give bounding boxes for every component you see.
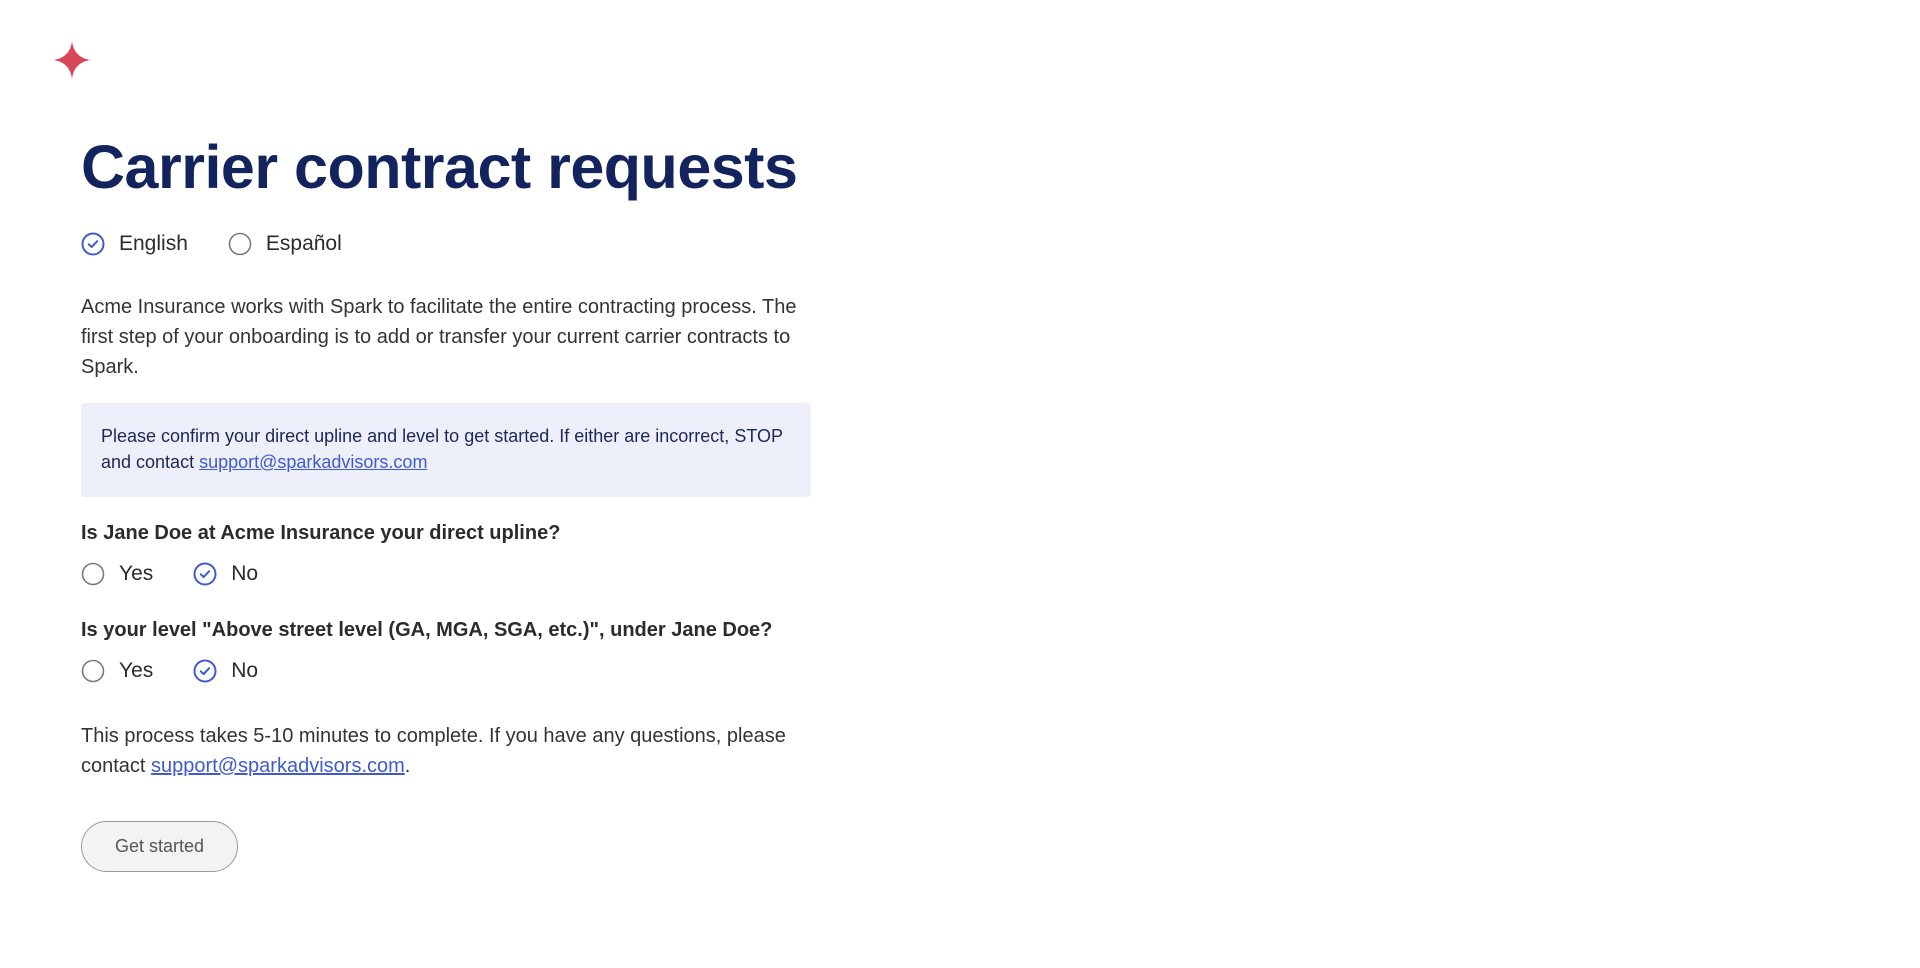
- support-email-link[interactable]: support@sparkadvisors.com: [199, 452, 427, 472]
- upline-no-label: No: [231, 562, 259, 585]
- level-yes-label: Yes: [119, 659, 154, 682]
- upline-answer-group: Yes No: [81, 554, 811, 594]
- radio-checked-icon: [193, 659, 217, 683]
- support-email-link[interactable]: support@sparkadvisors.com: [151, 755, 405, 777]
- radio-espanol[interactable]: Español: [228, 232, 342, 256]
- page-title: Carrier contract requests: [81, 133, 798, 201]
- get-started-button[interactable]: Get started: [81, 821, 238, 872]
- radio-label-espanol: Español: [265, 232, 342, 255]
- upline-yes-label: Yes: [119, 562, 154, 585]
- radio-unchecked-icon: [81, 562, 105, 586]
- radio-label-english: English: [119, 232, 188, 255]
- radio-english[interactable]: English: [81, 232, 188, 256]
- outro-text: This process takes 5-10 minutes to compl…: [81, 721, 811, 781]
- level-no-label: No: [231, 659, 259, 682]
- main-content: Carrier contract requests English Españo…: [81, 126, 811, 872]
- upline-question: Is Jane Doe at Acme Insurance your direc…: [81, 522, 561, 544]
- language-selector: English Español: [81, 224, 811, 264]
- outro-suffix: .: [404, 755, 411, 777]
- level-yes-radio[interactable]: Yes: [81, 659, 153, 683]
- notice-box: Please confirm your direct upline and le…: [81, 403, 811, 497]
- radio-checked-icon: [193, 562, 217, 586]
- intro-text: Acme Insurance works with Spark to facil…: [81, 296, 797, 378]
- level-answer-group: Yes No: [81, 651, 811, 691]
- radio-unchecked-icon: [81, 659, 105, 683]
- radio-checked-icon: [81, 232, 105, 256]
- upline-no-radio[interactable]: No: [193, 562, 258, 586]
- level-no-radio[interactable]: No: [193, 659, 258, 683]
- sparkle-star-icon: [53, 41, 91, 79]
- upline-yes-radio[interactable]: Yes: [81, 562, 153, 586]
- level-question: Is your level "Above street level (GA, M…: [81, 619, 773, 641]
- radio-unchecked-icon: [228, 232, 252, 256]
